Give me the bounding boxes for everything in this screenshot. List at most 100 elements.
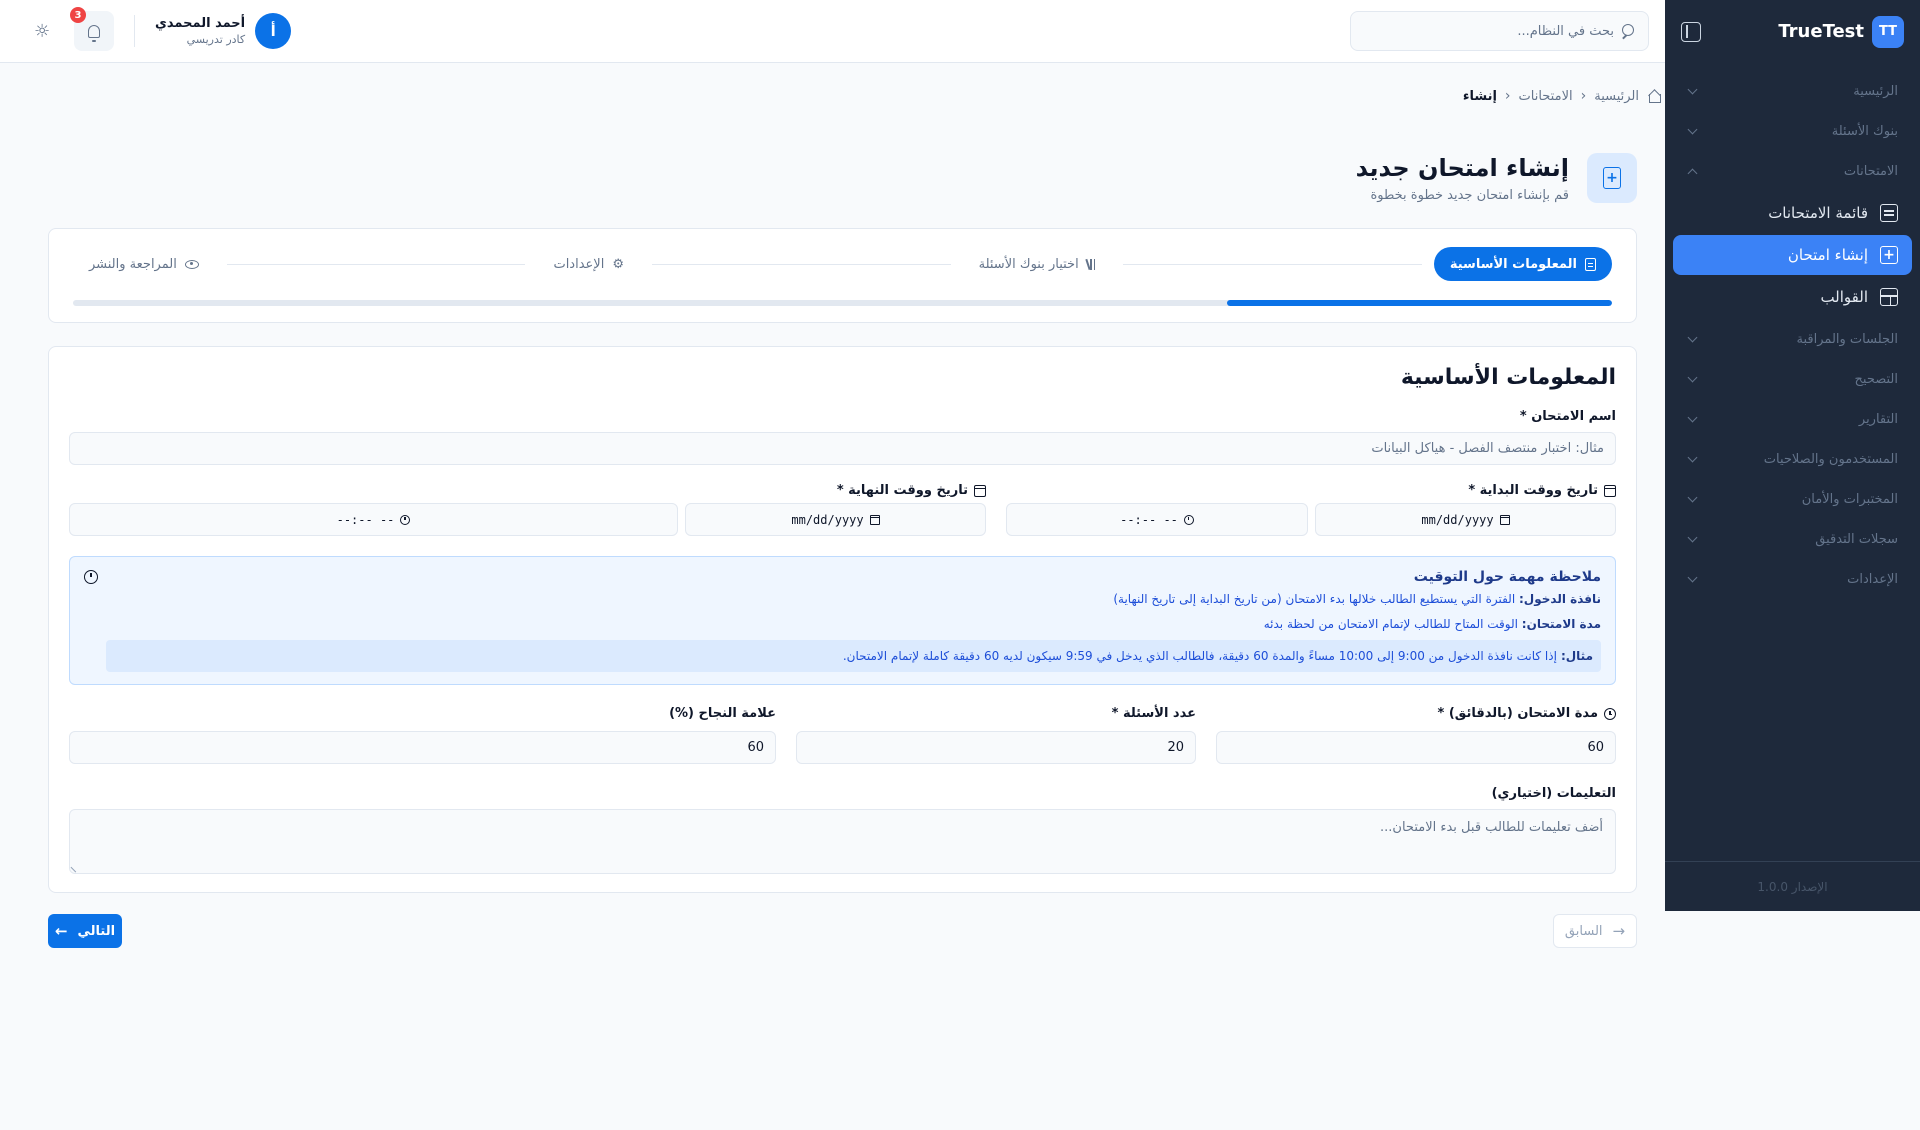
resize-handle[interactable] xyxy=(70,862,81,873)
sidebar-group-label: الجلسات والمراقبة xyxy=(1796,331,1898,347)
clock-icon[interactable] xyxy=(1183,514,1194,525)
end-date-input[interactable]: mm/dd/yyyy xyxy=(685,503,986,536)
brand-logo: TT xyxy=(1872,15,1904,48)
brand-name: TrueTest xyxy=(1778,21,1864,42)
sidebar-group-label: التصحيح xyxy=(1854,371,1898,387)
calendar-icon xyxy=(974,484,986,497)
progress-fill xyxy=(1227,300,1612,306)
document-plus-icon xyxy=(1880,246,1898,264)
user-menu[interactable]: أ أحمد المحمدي كادر تدريسي xyxy=(155,13,292,49)
sidebar-group-audit[interactable]: سجلات التدقيق xyxy=(1673,519,1912,559)
instructions-label-text: التعليمات (اختياري) xyxy=(1491,786,1616,801)
exam-name-input[interactable]: مثال: اختبار منتصف الفصل - هياكل البيانا… xyxy=(69,432,1616,465)
chevron-down-icon xyxy=(1687,372,1698,382)
sidebar-nav: الرئيسية بنوك الأسئلة الامتحانات قائمة ا… xyxy=(1665,63,1920,599)
note-title: ملاحظة مهمة حول التوقيت xyxy=(1413,569,1601,585)
breadcrumb-exams[interactable]: الامتحانات xyxy=(1519,89,1573,104)
note-duration-text: الوقت المتاح للطالب لإتمام الامتحان من ل… xyxy=(1263,617,1518,631)
sidebar-item-exams-list[interactable]: قائمة الامتحانات xyxy=(1673,193,1912,233)
start-time-value: --:-- -- xyxy=(1120,512,1178,527)
sidebar-group-exams[interactable]: الامتحانات xyxy=(1673,151,1912,191)
step-basic-info[interactable]: المعلومات الأساسية xyxy=(1433,247,1612,281)
sidebar-group-reports[interactable]: التقارير xyxy=(1673,399,1912,439)
step-question-banks[interactable]: اختيار بنوك الأسئلة xyxy=(963,247,1112,281)
page-title: إنشاء امتحان جديد xyxy=(1355,153,1569,182)
sidebar-collapse-icon[interactable] xyxy=(1681,21,1701,42)
step-connector xyxy=(651,263,951,265)
sidebar-item-label: قائمة الامتحانات xyxy=(1768,204,1868,222)
previous-button[interactable]: → السابق xyxy=(1553,914,1637,948)
sidebar: TT TrueTest الرئيسية بنوك الأسئلة الامتح… xyxy=(1665,0,1920,911)
step-settings[interactable]: ⚙ الإعدادات xyxy=(537,247,640,281)
start-datetime-label: تاريخ ووقت البداية * xyxy=(1468,483,1616,498)
clock-icon[interactable] xyxy=(400,514,411,525)
user-role: كادر تدريسي xyxy=(186,33,246,46)
user-name: أحمد المحمدي xyxy=(155,16,246,31)
start-time-input[interactable]: --:-- -- xyxy=(1006,503,1308,536)
chevron-down-icon xyxy=(1687,572,1698,582)
bell-icon xyxy=(88,24,100,42)
notifications-button[interactable]: 3 xyxy=(70,7,114,51)
instructions-textarea[interactable]: أضف تعليمات للطالب قبل بدء الامتحان... xyxy=(69,809,1616,874)
search-placeholder: بحث في النظام... xyxy=(1517,23,1614,39)
document-plus-glyph xyxy=(1603,167,1621,189)
basic-info-form: المعلومات الأساسية اسم الامتحان * مثال: … xyxy=(48,346,1637,893)
pass-mark-input[interactable]: 60 xyxy=(69,731,776,764)
questions-label-text: عدد الأسئلة * xyxy=(1111,706,1196,721)
next-button[interactable]: التالي ← xyxy=(48,914,122,948)
duration-input[interactable]: 60 xyxy=(1216,731,1616,764)
calendar-icon[interactable] xyxy=(1499,514,1510,525)
clock-icon xyxy=(84,570,98,584)
topbar-actions: أ أحمد المحمدي كادر تدريسي 3 ☼ xyxy=(30,7,292,51)
start-date-input[interactable]: mm/dd/yyyy xyxy=(1315,503,1616,536)
sidebar-group-home[interactable]: الرئيسية xyxy=(1673,71,1912,111)
stepper: المعلومات الأساسية اختيار بنوك الأسئلة ⚙… xyxy=(48,228,1637,323)
chevron-down-icon xyxy=(1687,124,1698,134)
step-label: المراجعة والنشر xyxy=(88,256,177,272)
sidebar-group-settings[interactable]: الإعدادات xyxy=(1673,559,1912,599)
sidebar-group-question-banks[interactable]: بنوك الأسئلة xyxy=(1673,111,1912,151)
next-label: التالي xyxy=(77,923,116,939)
chevron-down-icon xyxy=(1687,532,1698,542)
breadcrumb-current: إنشاء xyxy=(1462,88,1497,104)
sun-icon[interactable]: ☼ xyxy=(30,19,54,43)
version-label: الإصدار 1.0.0 xyxy=(1665,861,1920,911)
sidebar-item-create-exam[interactable]: إنشاء امتحان xyxy=(1673,235,1912,275)
progress-bar xyxy=(73,300,1612,306)
instructions-label: التعليمات (اختياري) xyxy=(1492,786,1616,801)
timing-note: ملاحظة مهمة حول التوقيت نافذة الدخول: ال… xyxy=(69,556,1616,685)
note-duration-label: مدة الامتحان: xyxy=(1521,617,1601,631)
questions-count-input[interactable]: 20 xyxy=(796,731,1196,764)
search-input[interactable]: بحث في النظام... xyxy=(1350,11,1649,51)
document-icon xyxy=(1585,257,1596,271)
sidebar-group-labs[interactable]: المختبرات والأمان xyxy=(1673,479,1912,519)
sidebar-item-label: القوالب xyxy=(1820,288,1868,306)
step-label: المعلومات الأساسية xyxy=(1449,256,1577,272)
step-review-publish[interactable]: المراجعة والنشر xyxy=(73,247,215,281)
sidebar-group-grading[interactable]: التصحيح xyxy=(1673,359,1912,399)
note-window-line: نافذة الدخول: الفترة التي يستطيع الطالب … xyxy=(1113,592,1601,606)
end-date-value: mm/dd/yyyy xyxy=(791,512,864,527)
layout-icon xyxy=(1880,288,1898,306)
breadcrumb-home[interactable]: الرئيسية xyxy=(1594,89,1639,104)
gear-icon: ⚙ xyxy=(612,256,624,272)
end-time-input[interactable]: --:-- -- xyxy=(69,503,678,536)
note-example: مثال: إذا كانت نافذة الدخول من 9:00 إلى … xyxy=(106,640,1601,672)
end-datetime-label: تاريخ ووقت النهاية * xyxy=(837,483,986,498)
note-example-text: إذا كانت نافذة الدخول من 9:00 إلى 10:00 … xyxy=(842,649,1557,663)
home-icon[interactable] xyxy=(1647,90,1661,103)
calendar-icon[interactable] xyxy=(869,514,880,525)
sidebar-group-sessions[interactable]: الجلسات والمراقبة xyxy=(1673,319,1912,359)
clock-icon xyxy=(1604,707,1616,720)
chevron-down-icon xyxy=(1687,412,1698,422)
sidebar-group-users[interactable]: المستخدمون والصلاحيات xyxy=(1673,439,1912,479)
sidebar-item-templates[interactable]: القوالب xyxy=(1673,277,1912,317)
note-example-label: مثال: xyxy=(1560,649,1593,663)
chevron-down-icon xyxy=(1687,452,1698,462)
calendar-icon xyxy=(1604,484,1616,497)
divider xyxy=(134,15,135,47)
sidebar-group-label: الامتحانات xyxy=(1843,163,1898,179)
exam-name-placeholder: مثال: اختبار منتصف الفصل - هياكل البيانا… xyxy=(1371,441,1604,456)
start-label-text: تاريخ ووقت البداية * xyxy=(1468,483,1598,498)
sidebar-group-label: الإعدادات xyxy=(1847,571,1898,587)
